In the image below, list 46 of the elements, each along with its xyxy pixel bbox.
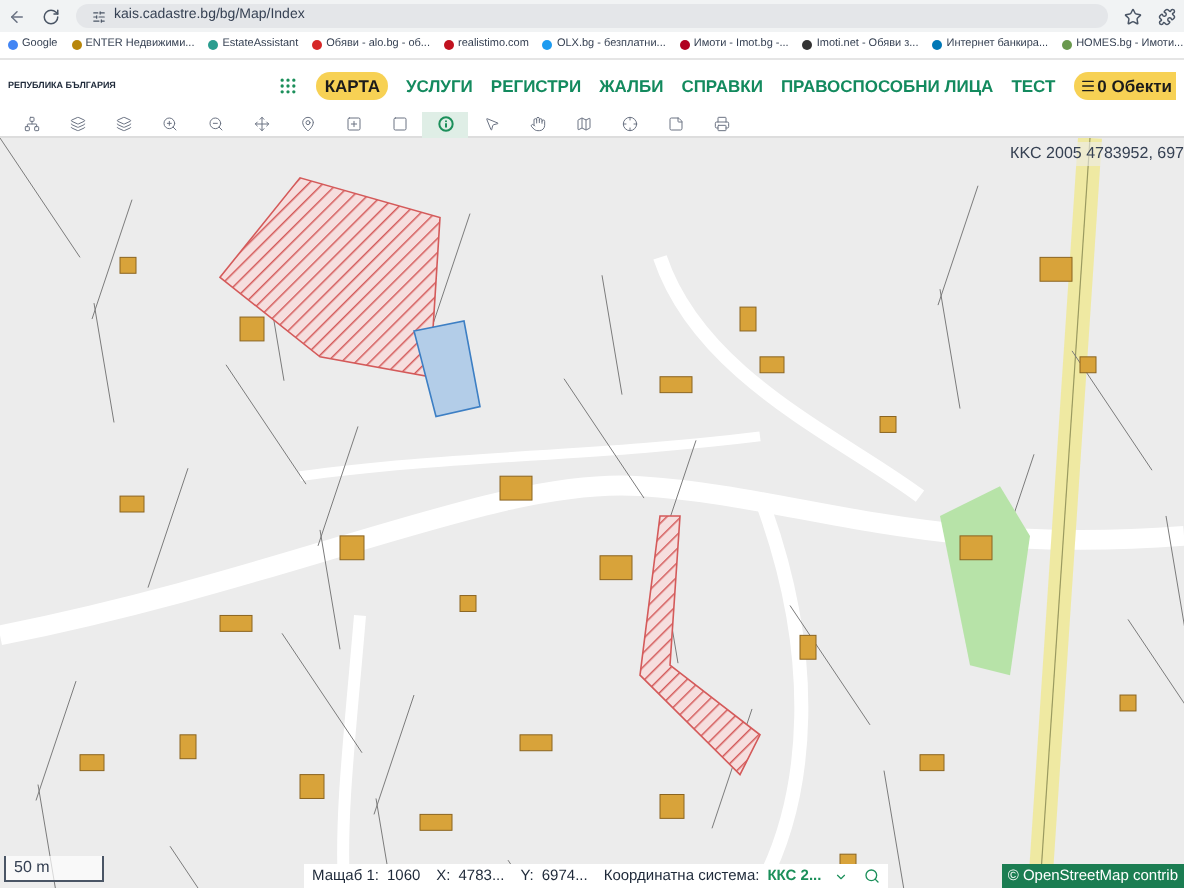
nav-tab[interactable]: РЕГИСТРИ [490,73,582,99]
square-icon [391,116,407,132]
favicon-icon [679,40,690,50]
favicon-icon [444,40,454,50]
search-icon[interactable] [863,868,880,884]
favicon-icon [8,40,18,50]
print-icon [713,116,729,132]
favicon-icon [312,40,323,50]
extensions-icon[interactable] [1158,7,1176,25]
info-icon [437,116,453,132]
favicon-icon [1062,40,1073,50]
reload-icon[interactable] [42,7,60,25]
caret-icon [833,869,848,883]
hand-icon [529,116,545,132]
menu-icon [1079,78,1096,94]
site-settings-icon[interactable] [92,9,106,23]
favicon-icon [208,40,219,50]
bookmark-star-icon[interactable] [1124,7,1142,25]
favicon-icon [932,40,943,50]
map-pin-icon [299,116,315,132]
network-icon [23,116,39,132]
map-tool-button[interactable] [422,111,468,137]
nav-tab[interactable]: КАРТА [316,71,388,101]
back-icon[interactable] [8,7,26,25]
layers-icon [69,116,85,132]
nav-tab[interactable]: ЖАЛБИ [599,73,664,99]
scale-bar: 50 m [4,856,104,882]
note-icon [667,116,683,132]
zoom-in-icon [161,116,177,132]
nav-tab[interactable]: УСЛУГИ [406,73,473,99]
square-plus-icon [345,116,361,132]
map-icon [575,116,591,132]
coordinates-text: КKС 2005 4783952, 697 [1010,142,1184,166]
nav-tab[interactable]: ПРАВОСПОСОБНИ ЛИЦА [780,73,994,99]
favicon-icon [542,40,553,50]
crosshair-icon [621,116,637,132]
favicon-icon [71,40,82,50]
layers-icon [115,116,131,132]
favicon-icon [802,40,813,50]
zoom-out-icon [207,116,223,132]
nav-tab[interactable]: ТЕСТ [1011,73,1056,99]
objects-button[interactable]: 0 Обекти [1073,71,1176,101]
nav-tab[interactable]: СПРАВКИ [681,73,763,99]
pointer-icon [483,116,499,132]
grid-icon[interactable] [278,76,299,96]
move-arrows-icon [253,116,269,132]
